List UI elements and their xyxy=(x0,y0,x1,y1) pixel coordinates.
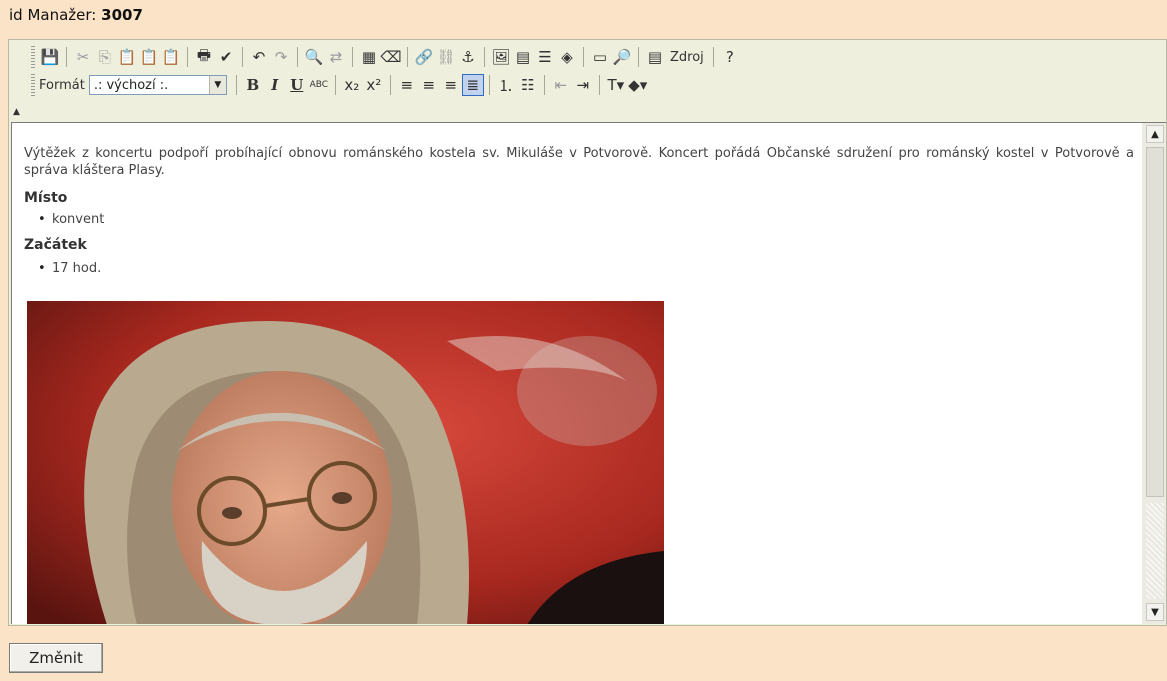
toolbar-separator xyxy=(407,47,408,67)
heading-place: Místo xyxy=(24,190,68,206)
undo-icon[interactable]: ↶ xyxy=(248,46,270,68)
toolbar-separator xyxy=(598,75,600,95)
spellcheck-icon[interactable]: ✔ xyxy=(215,46,237,68)
portrait-illustration xyxy=(27,301,664,624)
toolbar-separator xyxy=(543,75,545,95)
content-paragraph: Výtěžek z koncertu podpoří probíhající o… xyxy=(24,146,1134,178)
copy-icon[interactable]: ⎘ xyxy=(94,46,116,68)
cut-icon[interactable]: ✂ xyxy=(72,46,94,68)
indent-icon[interactable]: ⇥ xyxy=(572,74,594,96)
unlink-icon[interactable]: ⛓ xyxy=(435,46,457,68)
toolbar-separator xyxy=(297,47,298,67)
format-label: Formát xyxy=(39,77,85,93)
source-icon[interactable]: ▤ xyxy=(644,46,666,68)
heading-start: Začátek xyxy=(24,237,87,253)
toolbar-separator xyxy=(638,47,639,67)
scroll-up-icon[interactable]: ▲ xyxy=(1146,125,1164,143)
editor-scrollbar[interactable]: ▲ ▼ xyxy=(1142,122,1166,624)
toolbar-row-2: Formát .: výchozí :. ▼ B I U ABC x₂ x² ≡ ≡ ≡ ≣ ⒈ ☷ ⇤… xyxy=(31,72,649,98)
manager-id-label: id Manažer: 3007 xyxy=(9,6,143,24)
bg-color-icon[interactable]: ◆▾ xyxy=(627,74,649,96)
toolbar-separator xyxy=(235,75,237,95)
format-select-value: .: výchozí :. xyxy=(93,77,169,93)
horizontal-rule-icon[interactable]: ☰ xyxy=(534,46,556,68)
scroll-down-icon[interactable]: ▼ xyxy=(1146,603,1164,621)
chevron-down-icon[interactable]: ▼ xyxy=(208,76,226,94)
select-all-icon[interactable]: ▦ xyxy=(358,46,380,68)
list-item: 17 hod. xyxy=(38,261,101,276)
preview-icon[interactable]: 🔎 xyxy=(611,46,633,68)
bulleted-list-icon[interactable]: ☷ xyxy=(517,74,539,96)
scroll-track[interactable] xyxy=(1146,503,1164,599)
toolbar-separator xyxy=(242,47,243,67)
flash-icon[interactable]: ▭ xyxy=(589,46,611,68)
editor-toolbar: 💾 ✂ ⎘ 📋 📋 📋 🖶 ✔ ↶ ↷ 🔍 ⇄ ▦ ⌫ 🔗 ⛓ ⚓ 🖼 ▤ ☰ ◈ ▭ 🔎 ▤ Zdroj? Formát .:… xyxy=(9,40,1166,123)
help-icon[interactable]: ? xyxy=(719,46,741,68)
align-justify-icon[interactable]: ≣ xyxy=(461,74,484,96)
bold-icon[interactable]: B xyxy=(242,74,264,96)
link-icon[interactable]: 🔗 xyxy=(413,46,435,68)
align-center-icon[interactable]: ≡ xyxy=(418,74,440,96)
editor-content-area[interactable]: Výtěžek z koncertu podpoří probíhající o… xyxy=(11,122,1142,624)
list-item: konvent xyxy=(38,212,104,227)
subscript-icon[interactable]: x₂ xyxy=(341,74,363,96)
toolbar-separator xyxy=(488,75,490,95)
align-right-icon[interactable]: ≡ xyxy=(440,74,462,96)
toolbar-separator xyxy=(389,75,391,95)
outdent-icon[interactable]: ⇤ xyxy=(550,74,572,96)
toolbar-separator xyxy=(484,47,485,67)
paste-word-icon[interactable]: 📋 xyxy=(160,46,182,68)
underline-icon[interactable]: U xyxy=(286,74,308,96)
paste-text-icon[interactable]: 📋 xyxy=(138,46,160,68)
replace-icon[interactable]: ⇄ xyxy=(325,46,347,68)
save-icon[interactable]: 💾 xyxy=(39,46,61,68)
format-select[interactable]: .: výchozí :. ▼ xyxy=(88,75,227,95)
italic-icon[interactable]: I xyxy=(264,74,286,96)
toolbar-grip[interactable] xyxy=(31,74,35,96)
portrait-photo xyxy=(27,301,664,624)
paste-icon[interactable]: 📋 xyxy=(116,46,138,68)
source-label[interactable]: Zdroj xyxy=(666,46,708,68)
manager-id-value: 3007 xyxy=(101,6,143,24)
align-left-icon[interactable]: ≡ xyxy=(396,74,418,96)
superscript-icon[interactable]: x² xyxy=(363,74,385,96)
text-color-icon[interactable]: T▾ xyxy=(605,74,627,96)
anchor-icon[interactable]: ⚓ xyxy=(457,46,479,68)
toolbar-separator xyxy=(334,75,336,95)
manager-id-caption: id Manažer: xyxy=(9,6,97,24)
toolbar-separator xyxy=(66,47,67,67)
print-icon[interactable]: 🖶 xyxy=(193,46,215,68)
image-icon[interactable]: 🖼 xyxy=(490,46,512,68)
toolbar-separator xyxy=(352,47,353,67)
numbered-list-icon[interactable]: ⒈ xyxy=(495,74,517,96)
toolbar-separator xyxy=(712,47,714,67)
collapse-toolbar-icon[interactable]: ▲ xyxy=(13,107,23,117)
strikethrough-icon[interactable]: ABC xyxy=(308,74,330,96)
find-icon[interactable]: 🔍 xyxy=(303,46,325,68)
toolbar-separator xyxy=(583,47,584,67)
change-button[interactable]: Změnit xyxy=(9,643,103,673)
toolbar-row-1: 💾 ✂ ⎘ 📋 📋 📋 🖶 ✔ ↶ ↷ 🔍 ⇄ ▦ ⌫ 🔗 ⛓ ⚓ 🖼 ▤ ☰ ◈ ▭ 🔎 ▤ Zdroj? xyxy=(31,44,741,70)
table-icon[interactable]: ▤ xyxy=(512,46,534,68)
special-char-icon[interactable]: ◈ xyxy=(556,46,578,68)
scroll-thumb[interactable] xyxy=(1146,147,1164,497)
toolbar-grip[interactable] xyxy=(31,46,35,68)
redo-icon[interactable]: ↷ xyxy=(270,46,292,68)
toolbar-separator xyxy=(187,47,188,67)
remove-format-icon[interactable]: ⌫ xyxy=(380,46,402,68)
